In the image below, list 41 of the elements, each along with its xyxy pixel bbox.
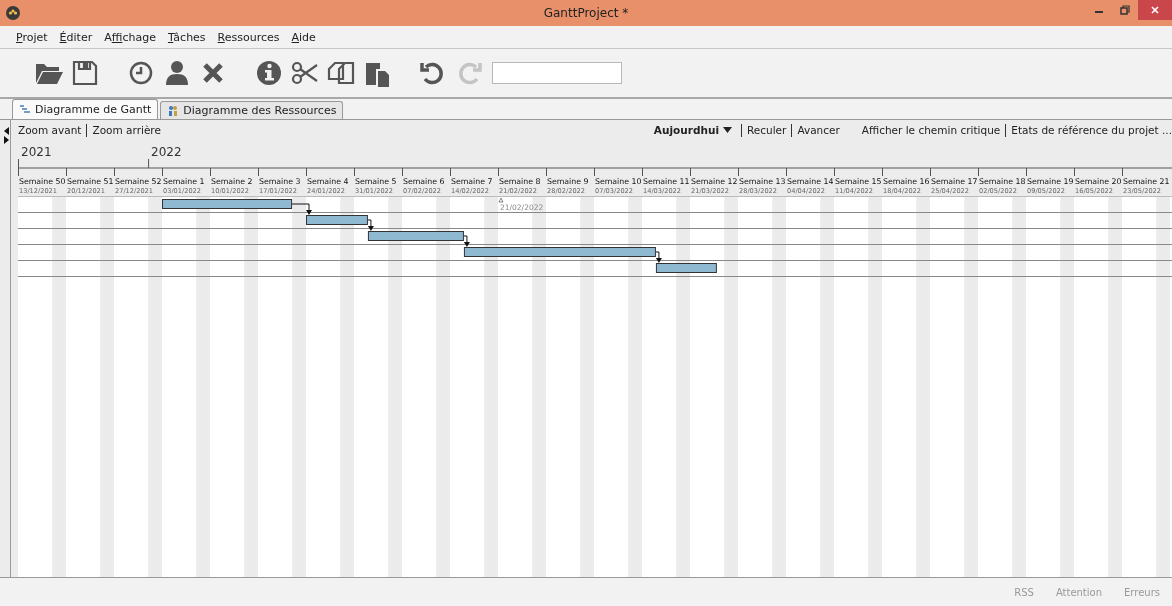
app-logo-icon	[6, 6, 20, 20]
restore-icon	[1120, 5, 1130, 15]
tab[interactable]: Diagramme des Ressources	[160, 101, 344, 119]
task-bar[interactable]	[463, 247, 656, 257]
menu-item[interactable]: Affichage	[104, 30, 156, 44]
menu-item[interactable]: Projet	[16, 30, 48, 44]
chart-option-link[interactable]: Afficher le chemin critique	[861, 123, 1001, 137]
menu-item[interactable]: Aide	[291, 30, 316, 44]
menu-item[interactable]: Éditer	[59, 30, 93, 44]
dependency-arrow	[291, 203, 312, 215]
year-label: 2021	[21, 145, 52, 159]
dependency-arrow	[655, 251, 662, 263]
today-dropdown[interactable]: Aujourdhui	[653, 123, 732, 137]
task-bar[interactable]	[306, 215, 368, 225]
navigation-link[interactable]: Avancer	[791, 123, 840, 137]
today-marker-icon	[498, 197, 504, 203]
search-field[interactable]	[492, 62, 622, 84]
info-button[interactable]	[254, 59, 284, 87]
chart-option-link[interactable]: Etats de référence du projet ...	[1005, 123, 1172, 137]
zoom-link[interactable]: Zoom arrière	[86, 123, 161, 137]
save-button[interactable]	[70, 59, 100, 87]
copy-button[interactable]	[326, 59, 356, 87]
task-bar[interactable]	[162, 199, 293, 209]
dependency-arrow	[463, 235, 470, 247]
window-title: GanttProject *	[543, 6, 629, 20]
navigation-link[interactable]: Reculer	[741, 123, 787, 137]
task-bar[interactable]	[655, 263, 717, 273]
people-icon	[167, 104, 180, 117]
close-button[interactable]	[1138, 0, 1172, 20]
gantt-icon	[19, 104, 31, 115]
year-label: 2022	[151, 145, 182, 159]
close-icon	[1150, 5, 1160, 15]
menu-item[interactable]: Ressources	[217, 30, 280, 44]
dependency-arrow	[367, 219, 374, 231]
collapse-arrows-icon[interactable]	[4, 126, 10, 144]
menu-item[interactable]: Tâches	[167, 30, 206, 44]
caret-icon	[723, 127, 732, 133]
tab[interactable]: Diagramme de Gantt	[12, 99, 159, 119]
cut-button[interactable]	[290, 59, 320, 87]
task-bar[interactable]	[367, 231, 464, 241]
zoom-link[interactable]: Zoom avant	[18, 123, 82, 137]
